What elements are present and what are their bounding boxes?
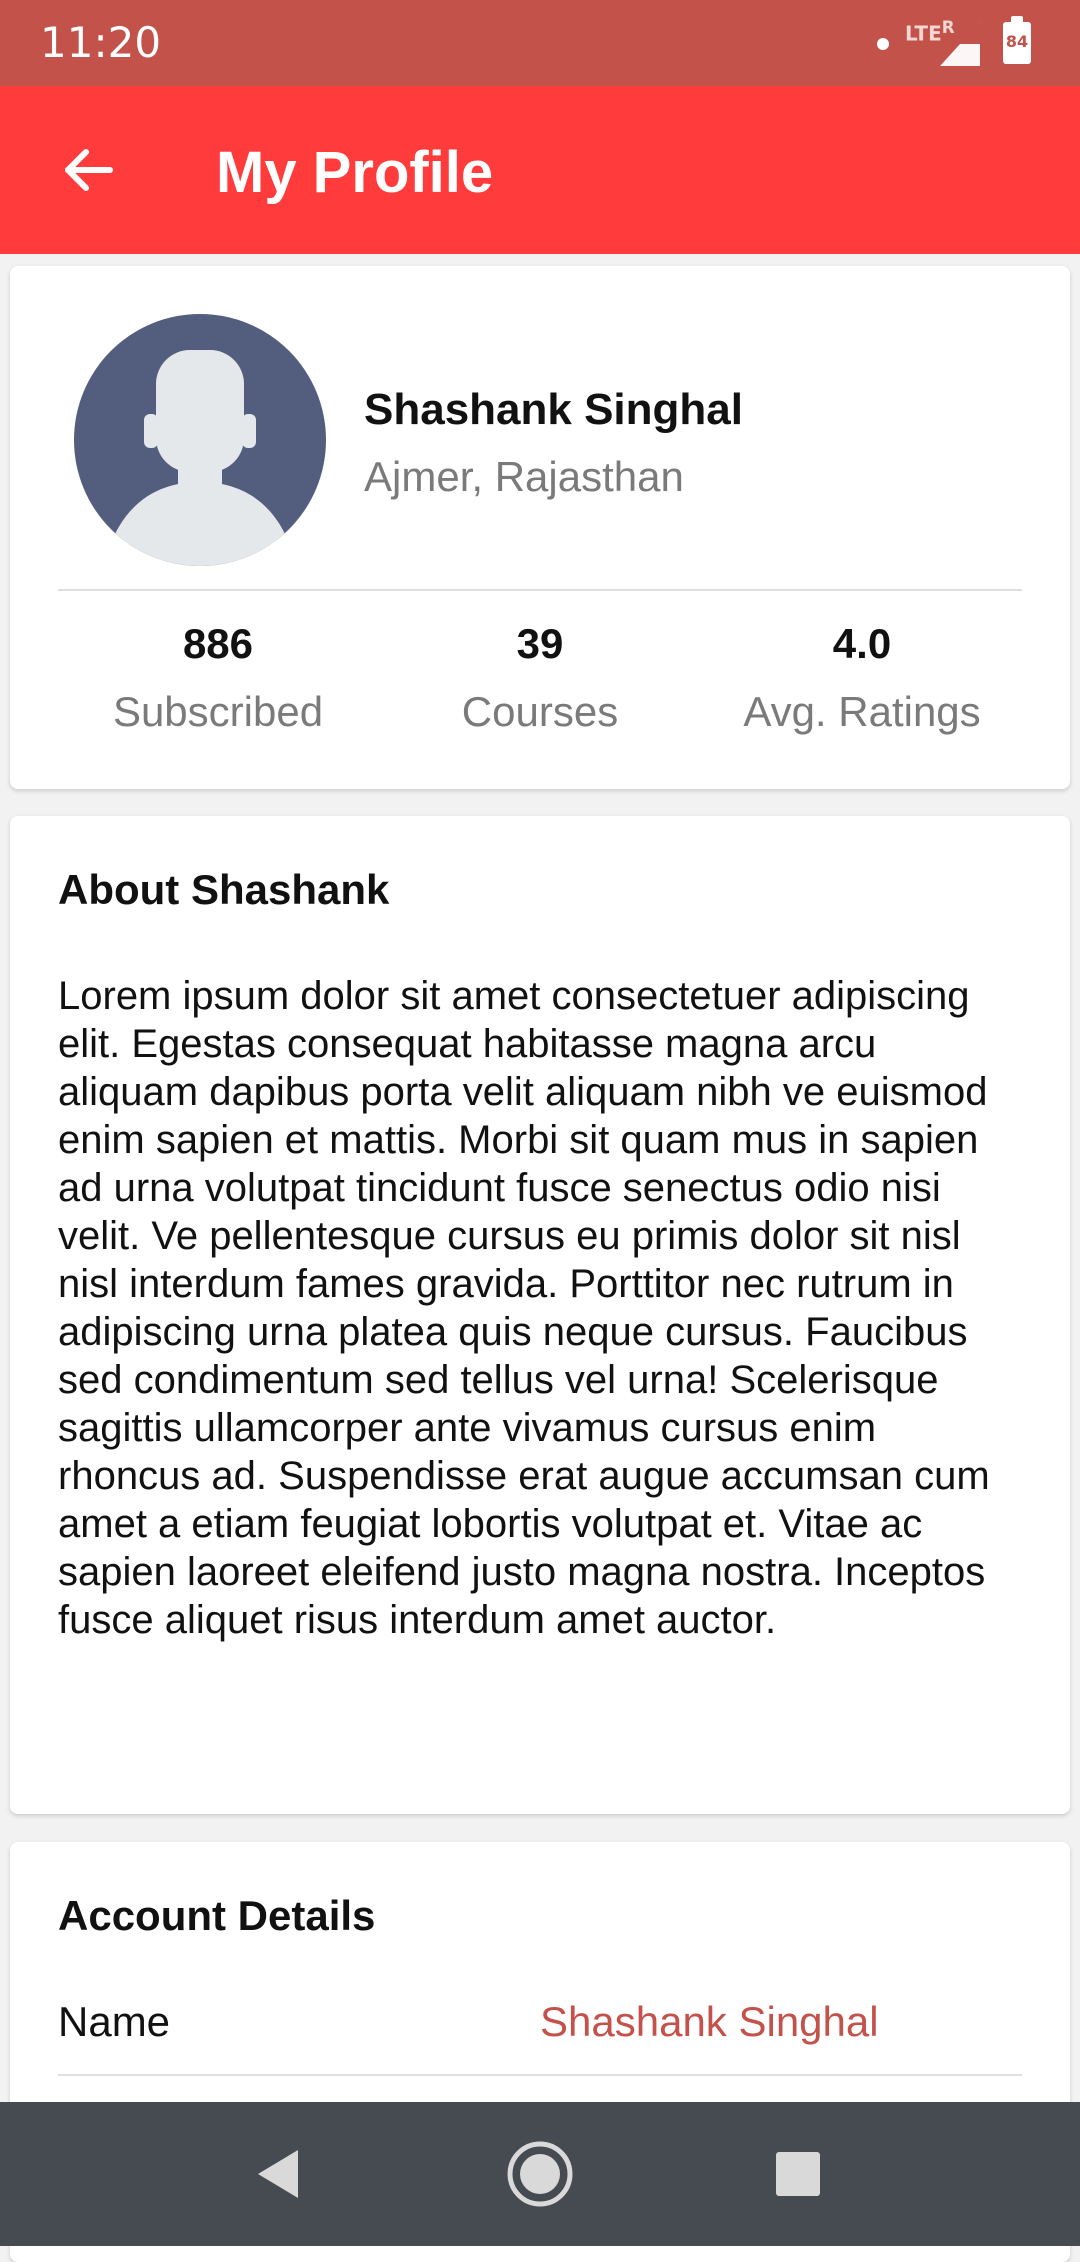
person-silhouette-icon (114, 350, 286, 566)
avatar[interactable] (74, 314, 326, 566)
square-recents-icon (776, 2152, 820, 2196)
battery-icon: 84 (1003, 16, 1031, 64)
system-navigation-bar (0, 2102, 1080, 2246)
nav-home-button[interactable] (506, 2140, 574, 2208)
stat-subscribed[interactable]: 886 Subscribed (58, 618, 378, 738)
profile-card: Shashank Singhal Ajmer, Rajasthan 886 Su… (10, 266, 1070, 789)
triangle-back-icon (258, 2150, 298, 2198)
status-time: 11:20 (40, 18, 162, 67)
arrow-left-icon (65, 149, 113, 191)
detail-label-name: Name (58, 1998, 171, 2045)
circle-home-icon (507, 2141, 573, 2207)
detail-value-name[interactable]: Shashank Singhal (540, 1996, 879, 2048)
stat-value: 886 (182, 620, 254, 667)
page-title: My Profile (216, 140, 494, 205)
app-bar: My Profile (0, 86, 1080, 254)
about-card: About Shashank Lorem ipsum dolor sit ame… (10, 816, 1070, 1814)
divider (58, 589, 1022, 591)
notification-dot-icon (877, 38, 889, 50)
status-bar: 11:20 LTER 84 (0, 0, 1080, 86)
account-details-title: Account Details (58, 1892, 376, 1939)
about-text: Lorem ipsum dolor sit amet consectetuer … (58, 974, 990, 1642)
nav-recents-button[interactable] (764, 2140, 832, 2208)
profile-location: Ajmer, Rajasthan (364, 453, 684, 500)
signal-icon (940, 22, 980, 66)
divider (58, 2074, 1022, 2076)
stat-value: 39 (516, 620, 564, 667)
back-button[interactable] (48, 130, 128, 210)
stat-courses[interactable]: 39 Courses (380, 618, 700, 738)
stat-label: Courses (461, 688, 619, 735)
stat-label: Avg. Ratings (743, 688, 981, 735)
stat-label: Subscribed (112, 688, 324, 735)
nav-back-button[interactable] (244, 2140, 312, 2208)
profile-name: Shashank Singhal (364, 385, 743, 434)
stat-value: 4.0 (832, 620, 892, 667)
about-title: About Shashank (58, 866, 390, 913)
stat-avg-ratings[interactable]: 4.0 Avg. Ratings (702, 618, 1022, 738)
battery-level: 84 (1005, 32, 1029, 51)
network-type: LTE (905, 21, 942, 46)
